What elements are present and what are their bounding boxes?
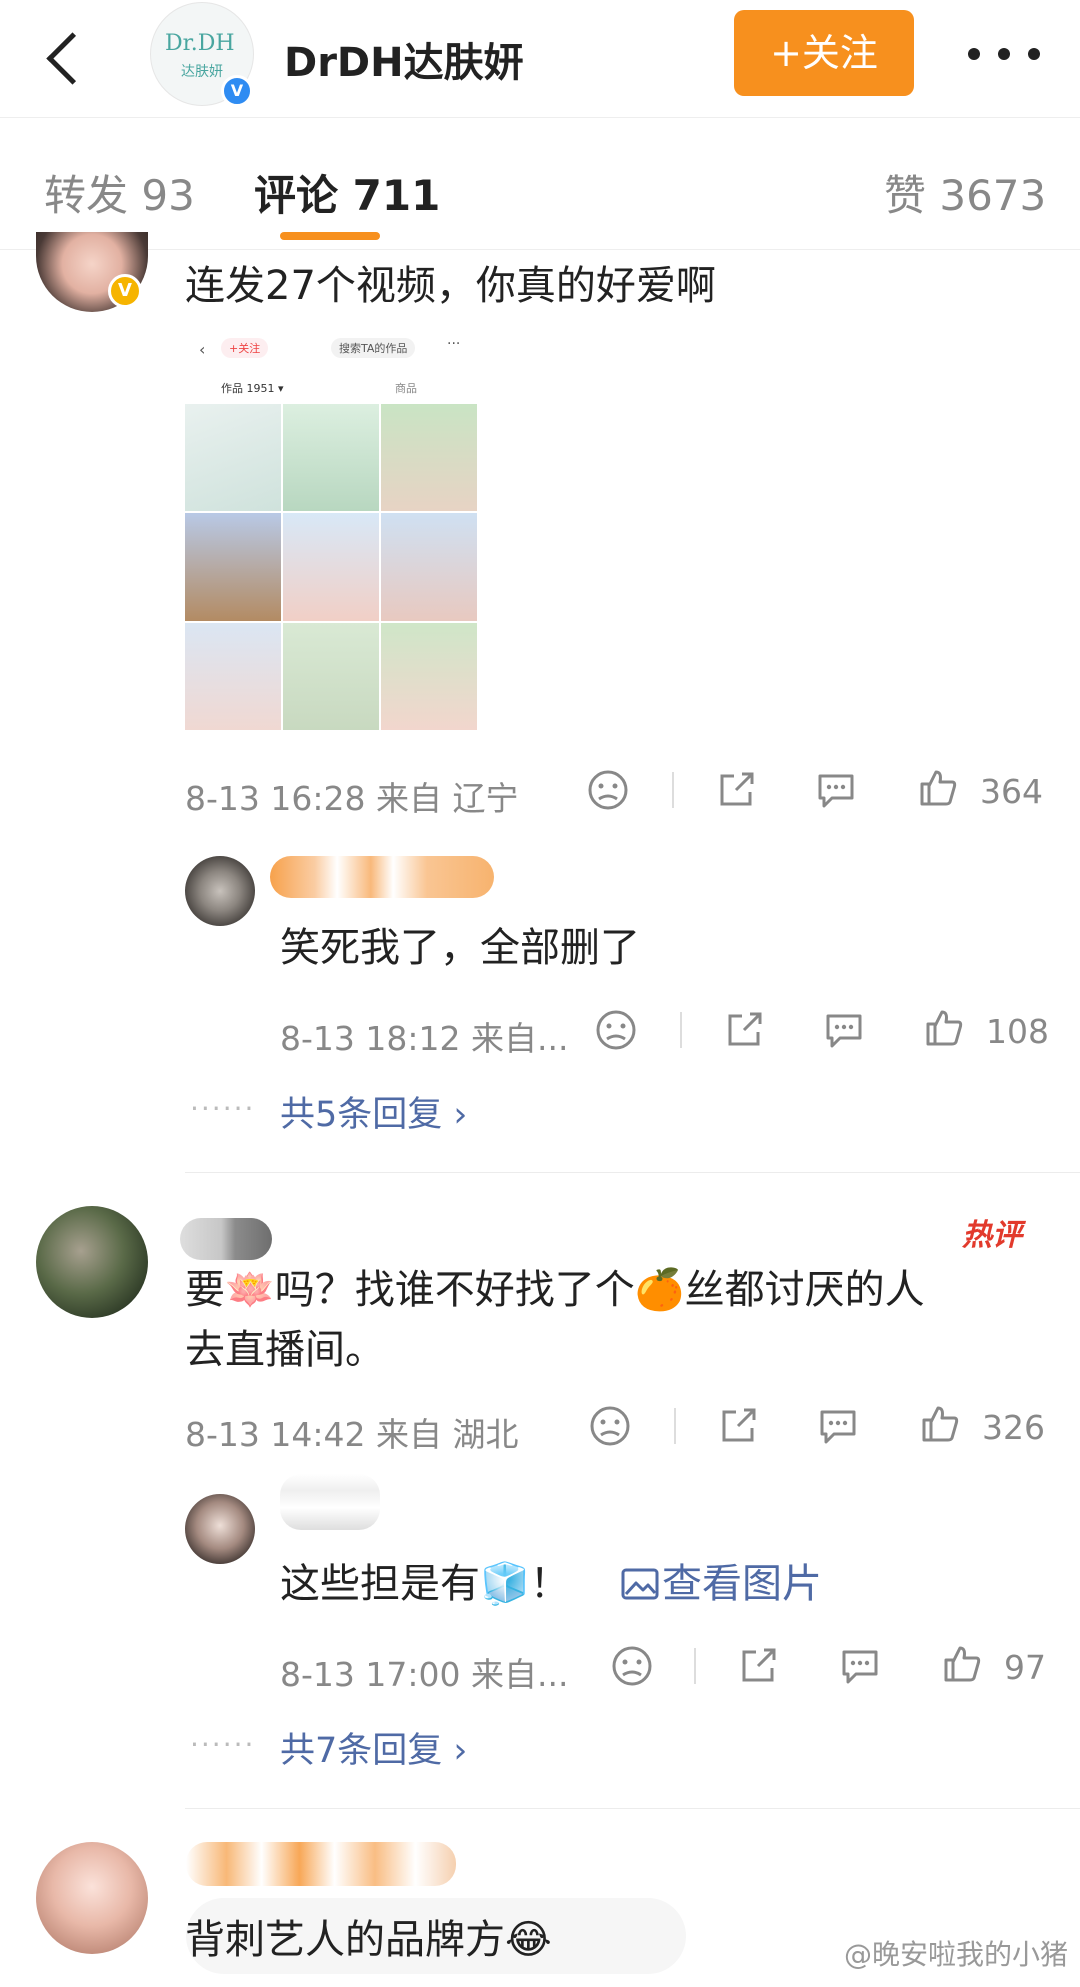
- blurred-username: [186, 1842, 456, 1886]
- blurred-username: [270, 856, 494, 898]
- back-arrow-icon[interactable]: [38, 26, 88, 86]
- comment-icon[interactable]: [816, 1404, 860, 1448]
- dislike-face-icon[interactable]: [588, 1404, 632, 1448]
- tab-repost[interactable]: 转发 93: [44, 162, 195, 223]
- verified-badge-icon: V: [108, 274, 142, 308]
- like-count: 97: [1004, 1648, 1046, 1687]
- like-count: 364: [980, 772, 1043, 811]
- share-icon[interactable]: [722, 1008, 766, 1052]
- like-count: 108: [986, 1012, 1049, 1051]
- video-grid: [185, 404, 477, 730]
- reply-dots: ······: [190, 1092, 256, 1125]
- video-thumb: [283, 513, 379, 621]
- tab-bar: 转发 93 评论 711 赞 3673: [0, 118, 1080, 250]
- logo-subtext: 达肤妍: [181, 64, 223, 80]
- reply-avatar[interactable]: [185, 1494, 255, 1564]
- avatar[interactable]: [36, 1206, 148, 1318]
- like-count: 326: [982, 1408, 1045, 1447]
- screenshot-tabs: 作品 1951 ▾ 商品: [185, 372, 477, 402]
- comment-image[interactable]: ‹ +关注 搜索TA的作品 ··· 作品 1951 ▾ 商品: [185, 330, 477, 730]
- video-thumb: [381, 513, 477, 621]
- view-replies-link[interactable]: 共7条回复 ›: [280, 1722, 467, 1773]
- comment-icon[interactable]: [822, 1008, 866, 1052]
- share-icon[interactable]: [716, 1404, 760, 1448]
- image-icon[interactable]: [620, 1566, 660, 1602]
- reply-text: 这些担是有🧊！: [280, 1561, 570, 1607]
- separator: [680, 1012, 682, 1048]
- tab-likes[interactable]: 赞 3673: [884, 162, 1046, 223]
- video-thumb: [283, 404, 379, 512]
- like-thumb-icon[interactable]: [918, 1402, 962, 1446]
- video-thumb: [185, 622, 281, 730]
- account-name[interactable]: DrDH达肤妍: [284, 30, 524, 88]
- more-options-icon[interactable]: [964, 34, 1064, 74]
- screenshot-tab-works: 作品 1951 ▾: [221, 382, 284, 395]
- screenshot-tab-shop: 商品: [395, 382, 417, 395]
- active-tab-indicator: [280, 232, 380, 240]
- separator: [694, 1648, 696, 1684]
- share-icon[interactable]: [714, 768, 758, 812]
- like-thumb-icon[interactable]: [922, 1006, 966, 1050]
- comment-text: 连发27个视频，你真的好爱啊: [185, 263, 716, 309]
- comment-icon[interactable]: [814, 768, 858, 812]
- comment-time: 8-13 14:42 来自 湖北: [185, 1415, 519, 1454]
- reply-time: 8-13 18:12 来自...: [280, 1019, 569, 1058]
- video-thumb: [381, 404, 477, 512]
- logo-text: Dr.DH: [165, 31, 235, 56]
- reply-time: 8-13 17:00 来自...: [280, 1655, 569, 1694]
- screenshot-header: ‹ +关注 搜索TA的作品 ···: [199, 336, 461, 359]
- video-thumb: [283, 622, 379, 730]
- hot-comment-badge: 热评: [962, 1218, 1022, 1253]
- reply-avatar[interactable]: [185, 856, 255, 926]
- verified-badge-icon: V: [221, 75, 253, 107]
- divider: [185, 1172, 1080, 1173]
- blurred-username: [280, 1474, 380, 1530]
- video-thumb: [185, 513, 281, 621]
- account-avatar[interactable]: Dr.DH 达肤妍 V: [150, 2, 254, 107]
- comment-text: 背刺艺人的品牌方😂: [185, 1917, 552, 1963]
- dislike-face-icon[interactable]: [586, 768, 630, 812]
- divider: [185, 1808, 1080, 1809]
- dislike-face-icon[interactable]: [594, 1008, 638, 1052]
- comment-text-line1: 要🪷吗？找谁不好找了个🍊丝都讨厌的人: [185, 1267, 925, 1313]
- share-icon[interactable]: [736, 1644, 780, 1688]
- screenshot-search-label: 搜索TA的作品: [331, 338, 416, 358]
- separator: [672, 772, 674, 808]
- screenshot-follow-label: +关注: [221, 338, 269, 358]
- dislike-face-icon[interactable]: [610, 1644, 654, 1688]
- tab-comments[interactable]: 评论 711: [254, 162, 440, 223]
- blurred-username: [180, 1218, 272, 1260]
- video-thumb: [381, 622, 477, 730]
- separator: [674, 1408, 676, 1444]
- like-thumb-icon[interactable]: [940, 1642, 984, 1686]
- top-bar: Dr.DH 达肤妍 V DrDH达肤妍 +关注: [0, 0, 1080, 118]
- like-thumb-icon[interactable]: [916, 766, 960, 810]
- comment-time: 8-13 16:28 来自 辽宁: [185, 779, 519, 818]
- reply-text: 笑死我了，全部删了: [280, 925, 640, 971]
- avatar[interactable]: [36, 1842, 148, 1954]
- follow-button[interactable]: +关注: [734, 10, 914, 96]
- view-replies-link[interactable]: 共5条回复 ›: [280, 1086, 467, 1137]
- comment-text-line2: 去直播间。: [185, 1327, 385, 1373]
- view-image-link[interactable]: 查看图片: [662, 1556, 822, 1612]
- comment-icon[interactable]: [838, 1644, 882, 1688]
- video-thumb: [185, 404, 281, 512]
- reply-dots: ······: [190, 1728, 256, 1761]
- watermark: @晚安啦我的小猪: [843, 1938, 1068, 1971]
